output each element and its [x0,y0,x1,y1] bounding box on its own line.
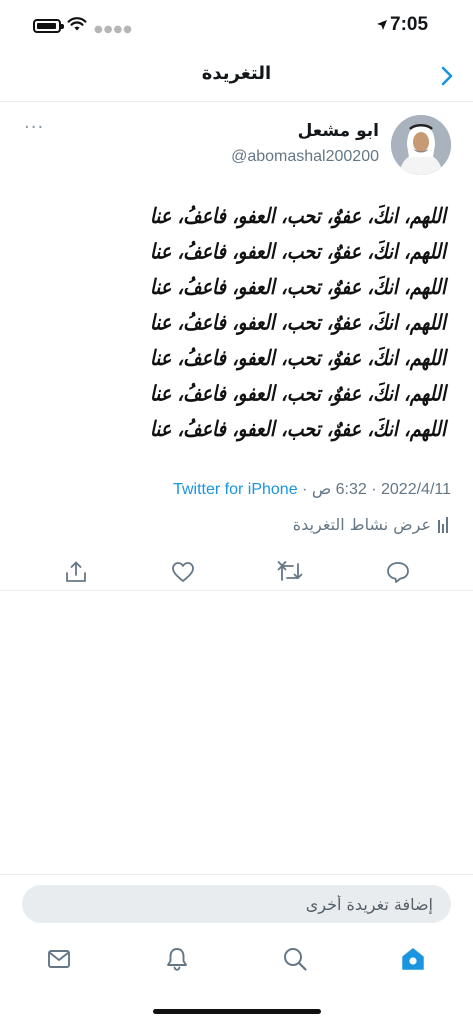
analytics-icon [438,516,448,533]
retweet-button[interactable] [277,559,303,585]
back-button[interactable] [435,64,459,88]
reply-button[interactable] [385,559,411,585]
calligraphy-line: اللهم، انكَ، عفوٌ، تحب، العفو، فاعفُ، عن… [150,381,449,407]
tweet-metadata: 2022/4/11 · 6:32 ص · Twitter for iPhone [173,481,451,498]
view-activity-button[interactable]: عرض نشاط التغريدة [293,515,449,534]
search-icon [284,948,307,971]
tab-notifications[interactable] [162,944,192,974]
avatar[interactable] [391,115,451,175]
author-handle[interactable]: @abomashal200200 [231,148,379,166]
like-button[interactable] [170,559,196,585]
tweet-source-link[interactable]: Twitter for iPhone [173,481,298,498]
signal-icon: ●●●● [94,24,133,35]
notifications-icon [167,948,187,971]
calligraphy-line: اللهم، انكَ، عفوٌ، تحب، العفو، فاعفُ، عن… [150,239,449,265]
tweet-date: 2022/4/11 [381,481,451,498]
wifi-icon [67,17,87,31]
reply-icon [387,562,409,583]
activity-label: عرض نشاط التغريدة [292,515,431,534]
calligraphy-image: اللهم، انكَ، عفوٌ، تحب، العفو، فاعفُ، عن… [150,203,449,442]
action-bar [0,555,473,589]
calligraphy-line: اللهم، انكَ، عفوٌ، تحب، العفو، فاعفُ، عن… [150,345,449,371]
tweet: ابو مشعل @abomashal200200 ··· اللهم، انك… [0,103,473,591]
author-name[interactable]: ابو مشعل [298,121,379,141]
tab-messages[interactable] [44,944,74,974]
add-tweet-input[interactable] [22,885,451,923]
compose-bar [0,874,473,932]
messages-icon [48,950,70,968]
calligraphy-line: اللهم، انكَ، عفوٌ، تحب، العفو، فاعفُ، عن… [150,416,449,442]
tweet-image[interactable]: اللهم، انكَ، عفوٌ، تحب، العفو، فاعفُ، عن… [0,195,473,463]
calligraphy-line: اللهم، انكَ، عفوٌ، تحب، العفو، فاعفُ، عن… [150,310,449,336]
tab-search[interactable] [280,944,310,974]
battery-icon [33,19,64,33]
location-arrow-icon [377,20,387,30]
calligraphy-line: اللهم، انكَ، عفوٌ، تحب، العفو، فاعفُ، عن… [150,203,449,229]
calligraphy-line: اللهم، انكَ، عفوٌ، تحب، العفو، فاعفُ، عن… [150,274,449,300]
home-indicator[interactable] [153,1009,321,1014]
status-time: 7:05 [390,14,429,35]
page-title: التغريدة [201,63,272,84]
tweet-time: 6:32 ص [311,481,367,498]
more-options-icon[interactable]: ··· [24,119,44,137]
share-button[interactable] [63,559,89,585]
home-icon [402,948,424,970]
tab-bar [0,932,473,992]
share-icon [66,561,86,582]
status-bar: ●●●● 7:05 [0,0,473,52]
retweet-icon [277,561,303,581]
header: التغريدة [0,52,473,102]
tab-home[interactable] [398,944,428,974]
like-icon [172,562,194,582]
chevron-right-icon [441,66,453,86]
